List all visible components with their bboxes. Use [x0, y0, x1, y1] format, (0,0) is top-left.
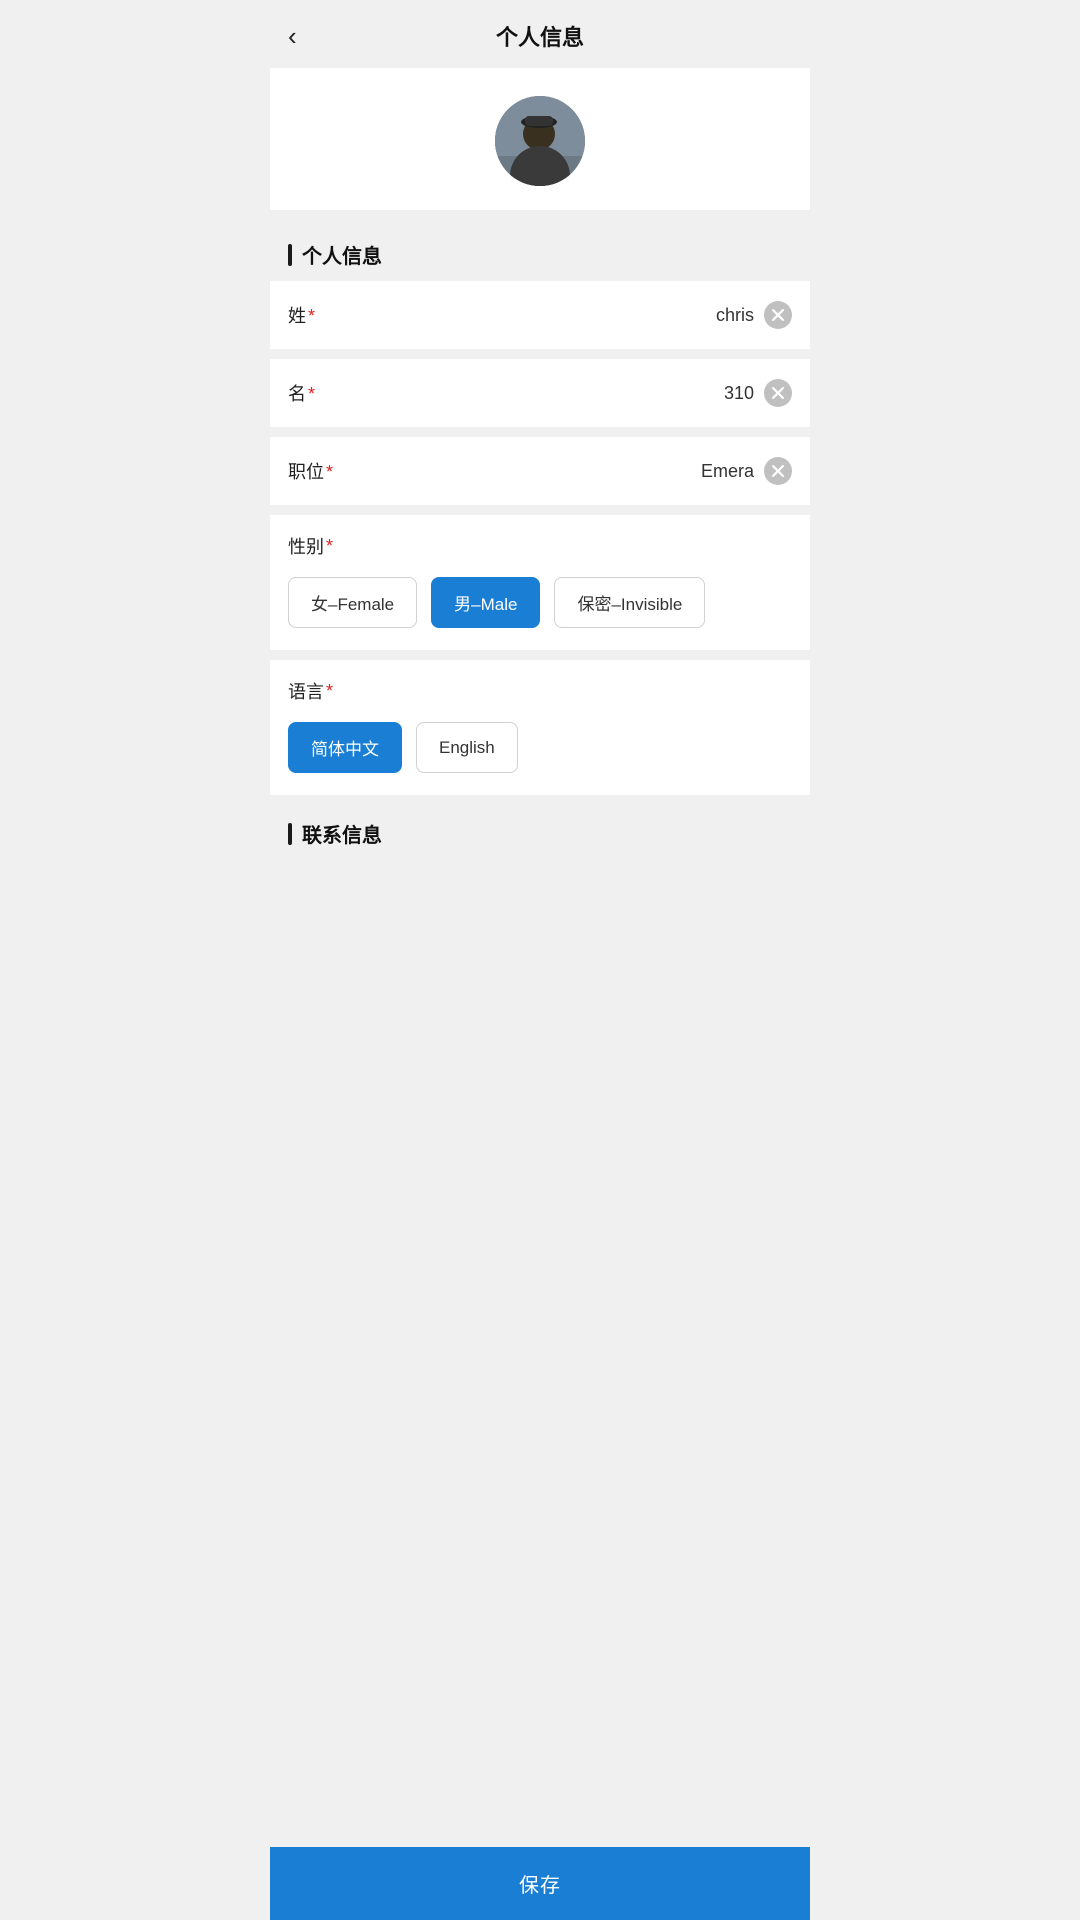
language-label-row: 语言 * — [288, 678, 792, 704]
close-icon — [771, 308, 785, 322]
section-bar — [288, 244, 292, 266]
personal-section-header: 个人信息 — [270, 226, 810, 281]
save-button[interactable]: 保存 — [270, 1847, 810, 1920]
last-name-card: 姓* chris — [270, 281, 810, 349]
back-button[interactable]: ‹ — [288, 23, 297, 49]
close-icon — [771, 464, 785, 478]
gender-label: 性别 — [288, 533, 324, 559]
last-name-value[interactable]: chris — [368, 305, 764, 326]
first-name-required: * — [308, 384, 315, 404]
avatar[interactable] — [495, 96, 585, 186]
gender-options: 女–Female 男–Male 保密–Invisible — [288, 577, 792, 628]
position-required: * — [326, 462, 333, 482]
personal-section-title: 个人信息 — [302, 240, 382, 269]
first-name-card: 名* 310 — [270, 359, 810, 427]
avatar-card — [270, 68, 810, 210]
first-name-clear-button[interactable] — [764, 379, 792, 407]
position-card: 职位* Emera — [270, 437, 810, 505]
position-label: 职位* — [288, 458, 368, 484]
gender-male-button[interactable]: 男–Male — [431, 577, 540, 628]
language-card: 语言 * 简体中文 English — [270, 660, 810, 795]
last-name-clear-button[interactable] — [764, 301, 792, 329]
gender-card: 性别 * 女–Female 男–Male 保密–Invisible — [270, 515, 810, 650]
gender-female-button[interactable]: 女–Female — [288, 577, 417, 628]
language-label: 语言 — [288, 678, 324, 704]
last-name-label: 姓* — [288, 302, 368, 328]
page-header: ‹ 个人信息 — [270, 0, 810, 68]
position-value[interactable]: Emera — [368, 461, 764, 482]
position-clear-button[interactable] — [764, 457, 792, 485]
first-name-label: 名* — [288, 380, 368, 406]
gender-invisible-button[interactable]: 保密–Invisible — [554, 577, 705, 628]
gender-required: * — [326, 536, 333, 557]
language-options: 简体中文 English — [288, 722, 792, 773]
page-title: 个人信息 — [496, 20, 584, 52]
save-button-wrapper: 保存 — [270, 1847, 810, 1920]
language-required: * — [326, 681, 333, 702]
last-name-required: * — [308, 306, 315, 326]
language-en-button[interactable]: English — [416, 722, 518, 773]
close-icon — [771, 386, 785, 400]
contact-section-bar — [288, 823, 292, 845]
gender-label-row: 性别 * — [288, 533, 792, 559]
first-name-value[interactable]: 310 — [368, 383, 764, 404]
contact-section-title: 联系信息 — [302, 819, 382, 848]
contact-section-header: 联系信息 — [270, 805, 810, 860]
language-zh-button[interactable]: 简体中文 — [288, 722, 402, 773]
